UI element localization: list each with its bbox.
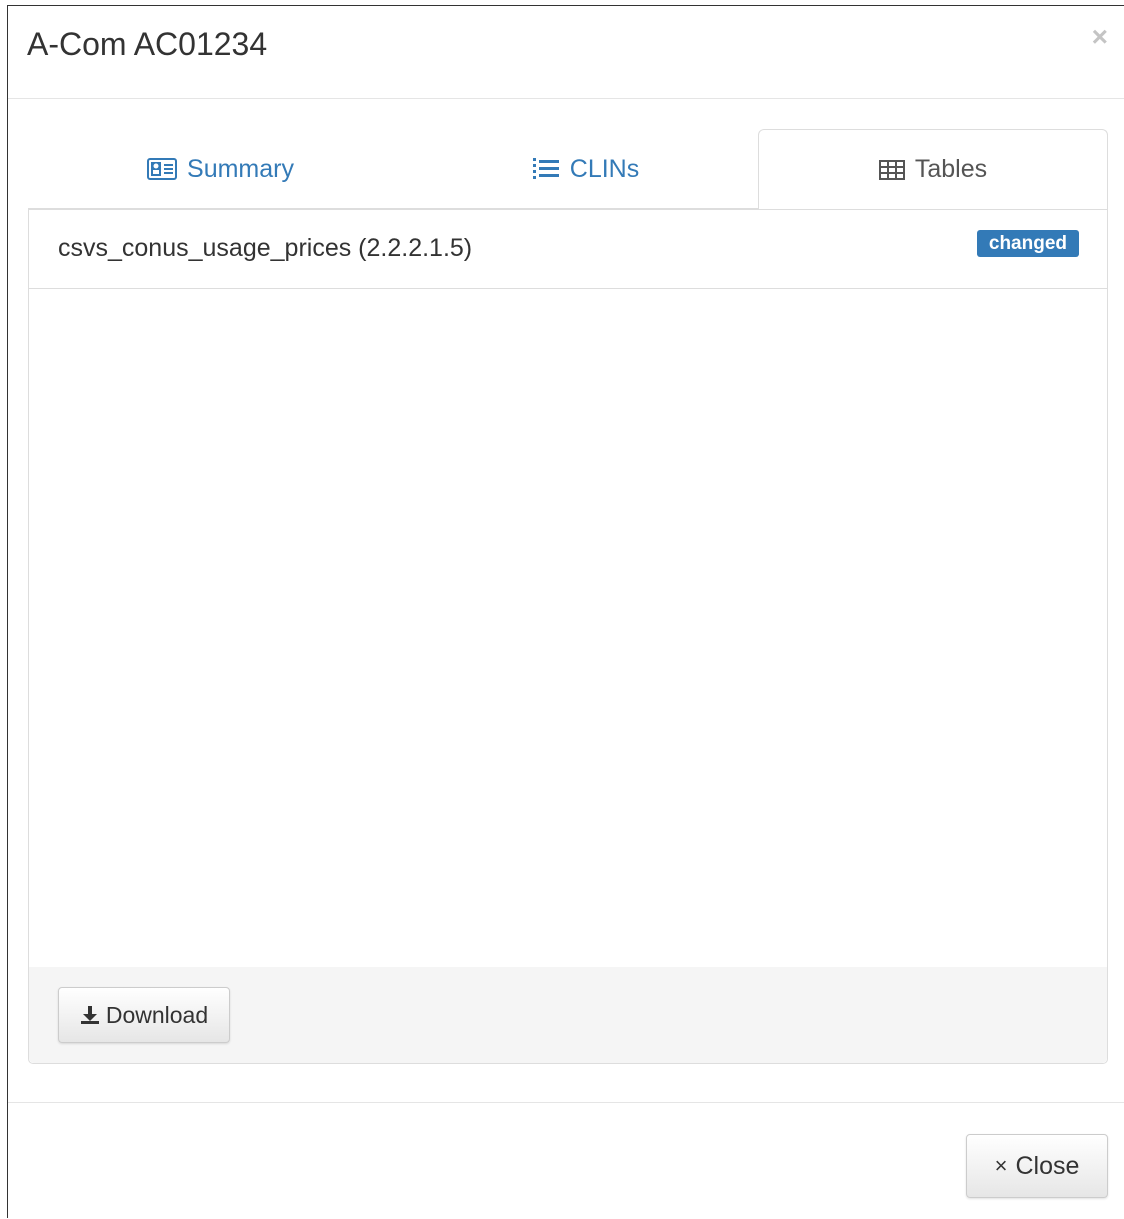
table-name: csvs_conus_usage_prices (2.2.2.1.5) xyxy=(58,234,473,262)
modal-title: A-Com AC01234 xyxy=(27,26,268,62)
tab-clins-label: CLINs xyxy=(569,154,640,183)
modal-header: A-Com AC01234 × xyxy=(8,6,1124,99)
tab-tables-label: Tables xyxy=(914,155,988,183)
close-button[interactable]: × Close xyxy=(966,1134,1108,1198)
list-icon xyxy=(532,157,560,181)
status-badge: changed xyxy=(976,230,1079,257)
table-icon xyxy=(878,159,905,180)
close-icon[interactable]: × xyxy=(1092,22,1108,52)
download-button[interactable]: Download xyxy=(58,987,230,1043)
tab-summary[interactable]: Summary xyxy=(28,129,413,209)
download-icon xyxy=(80,1005,100,1025)
tab-tables[interactable]: Tables xyxy=(758,129,1108,210)
modal-footer: × Close xyxy=(8,1102,1124,1219)
panel-heading: csvs_conus_usage_prices (2.2.2.1.5) chan… xyxy=(29,209,1107,289)
times-icon: × xyxy=(994,1153,1008,1178)
panel-footer: Download xyxy=(29,967,1107,1063)
tab-bar: Summary CLINs Tables xyxy=(28,129,1108,210)
tab-summary-label: Summary xyxy=(187,154,294,183)
modal-dialog: A-Com AC01234 × Summary CLINs Tables csv… xyxy=(7,5,1124,1218)
tab-clins[interactable]: CLINs xyxy=(413,129,758,209)
close-label: Close xyxy=(1015,1151,1080,1180)
download-label: Download xyxy=(105,1001,209,1028)
tables-panel: csvs_conus_usage_prices (2.2.2.1.5) chan… xyxy=(28,209,1108,1064)
id-card-icon xyxy=(147,158,178,180)
